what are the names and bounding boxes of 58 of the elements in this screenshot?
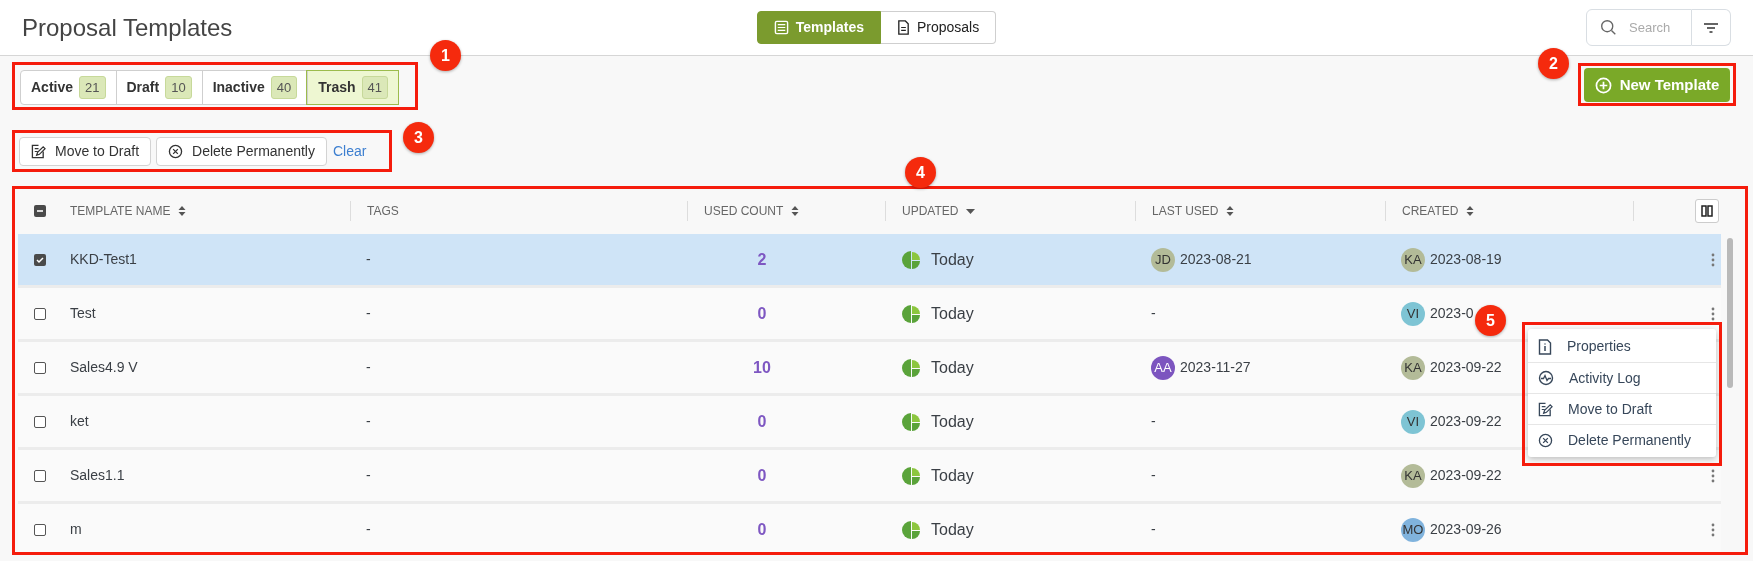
count-badge: 10 (165, 75, 192, 100)
table-cell-text: 2023-08-19 (1430, 250, 1502, 269)
table-cell-text: - (365, 520, 371, 539)
table-cell-text: Test (69, 304, 96, 323)
used-count: 2 (757, 249, 767, 270)
column-label: CREATED (1402, 203, 1459, 220)
table-cell-text: - (365, 466, 371, 485)
avatar: KA (1401, 355, 1425, 380)
table-cell-text: 2023-11-27 (1180, 358, 1251, 377)
table-cell-text: Today (931, 519, 974, 540)
table-cell-text: Today (931, 303, 974, 324)
table-cell-text: 2023-08-21 (1180, 250, 1252, 269)
table-cell-text: 2023-09-22 (1430, 412, 1502, 431)
column-label: LAST USED (1152, 203, 1219, 220)
table-cell-text: Today (931, 357, 974, 378)
avatar: VI (1401, 301, 1425, 326)
column-label: UPDATED (902, 203, 959, 220)
table-cell-text: KKD-Test1 (69, 250, 137, 269)
table-cell-text: - (365, 250, 371, 269)
used-count: 0 (757, 411, 767, 432)
page-title: Proposal Templates (22, 12, 234, 43)
table-cell-text: - (1151, 412, 1156, 431)
table-cell-text: m (69, 520, 82, 539)
table-cell-text: Sales1.1 (69, 466, 125, 485)
avatar: KA (1401, 247, 1425, 272)
column-label: USED COUNT (704, 203, 784, 220)
count-badge: 21 (79, 75, 106, 100)
avatar: JD (1151, 247, 1175, 272)
table-cell-text: 2023-09-26 (1430, 520, 1502, 539)
table-cell-text: ket (69, 412, 89, 431)
count-badge: 40 (270, 75, 298, 100)
table-cell-text: - (1151, 466, 1156, 485)
avatar: KA (1401, 463, 1425, 488)
avatar: VI (1401, 409, 1425, 434)
step-badge: 3 (403, 122, 434, 153)
avatar: MO (1401, 517, 1425, 542)
table-cell-text: 2023-09-22 (1430, 466, 1502, 485)
table-cell-text: - (1151, 520, 1156, 539)
avatar: AA (1151, 355, 1175, 380)
step-badge: 2 (1538, 48, 1569, 79)
count-badge: 41 (361, 75, 389, 100)
table-cell-text: - (365, 412, 371, 431)
table-cell-text: Sales4.9 V (69, 358, 138, 377)
step-badge: 1 (430, 40, 461, 71)
table-cell-text: - (365, 304, 371, 323)
used-count: 10 (753, 357, 771, 378)
table-cell-text: Today (931, 465, 974, 486)
step-badge: 4 (905, 157, 936, 188)
table-cell-text: Today (931, 249, 974, 270)
table-cell-text: Today (931, 411, 974, 432)
column-label: TEMPLATE NAME (70, 203, 171, 220)
used-count: 0 (757, 303, 767, 324)
table-cell-text: - (1151, 304, 1156, 323)
used-count: 0 (757, 519, 767, 540)
table-cell-text: 2023-09-22 (1430, 358, 1502, 377)
used-count: 0 (757, 465, 767, 486)
table-cell-text: 2023-0 (1430, 304, 1474, 323)
table-cell-text: - (365, 358, 371, 377)
